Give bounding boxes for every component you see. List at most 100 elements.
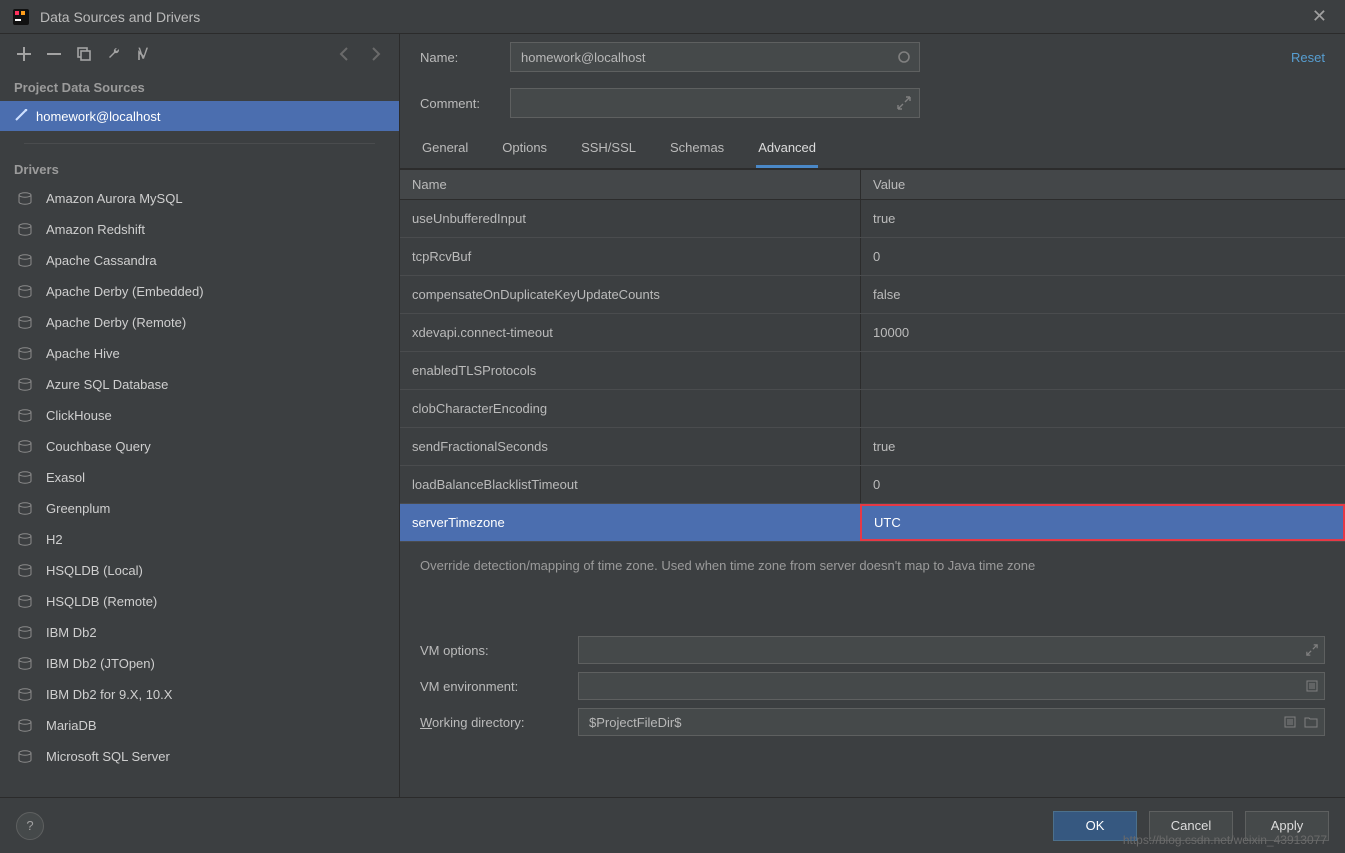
cell-value[interactable]: true [860,200,1345,237]
tab-schemas[interactable]: Schemas [668,132,726,168]
driver-item[interactable]: Apache Derby (Embedded) [0,276,399,307]
tab-general[interactable]: General [420,132,470,168]
tab-sshssl[interactable]: SSH/SSL [579,132,638,168]
tab-advanced[interactable]: Advanced [756,132,818,168]
driver-icon [16,252,34,270]
cell-value[interactable]: 10000 [860,314,1345,351]
driver-icon [16,655,34,673]
add-icon[interactable] [14,44,34,64]
driver-item[interactable]: Amazon Aurora MySQL [0,183,399,214]
drivers-header: Drivers [0,156,399,183]
workingdir-field[interactable]: $ProjectFileDir$ [578,708,1325,736]
vm-env-label: VM environment: [420,679,578,694]
driver-icon [16,686,34,704]
driver-icon [16,438,34,456]
driver-icon [16,500,34,518]
table-row[interactable]: xdevapi.connect-timeout10000 [400,314,1345,352]
help-button[interactable]: ? [16,812,44,840]
driver-item[interactable]: Apache Derby (Remote) [0,307,399,338]
driver-item[interactable]: HSQLDB (Local) [0,555,399,586]
driver-label: Microsoft SQL Server [46,749,170,764]
vm-env-field[interactable] [578,672,1325,700]
remove-icon[interactable] [44,44,64,64]
cell-name[interactable]: loadBalanceBlacklistTimeout [400,466,860,503]
driver-icon [16,314,34,332]
th-value[interactable]: Value [860,170,1345,199]
table-row[interactable]: compensateOnDuplicateKeyUpdateCountsfals… [400,276,1345,314]
cell-value[interactable] [860,352,1345,389]
comment-label: Comment: [420,96,510,111]
driver-label: HSQLDB (Remote) [46,594,157,609]
driver-item[interactable]: ClickHouse [0,400,399,431]
driver-item[interactable]: Apache Cassandra [0,245,399,276]
driver-item[interactable]: Apache Hive [0,338,399,369]
cell-name[interactable]: serverTimezone [400,504,860,541]
list-icon[interactable] [1284,716,1296,728]
driver-item[interactable]: Greenplum [0,493,399,524]
reset-link[interactable]: Reset [1291,50,1325,65]
driver-item[interactable]: Exasol [0,462,399,493]
cell-value[interactable]: UTC [860,504,1345,541]
th-name[interactable]: Name [400,170,860,199]
driver-label: HSQLDB (Local) [46,563,143,578]
drivers-list[interactable]: Amazon Aurora MySQLAmazon RedshiftApache… [0,183,399,797]
driver-item[interactable]: H2 [0,524,399,555]
driver-item[interactable]: Amazon Redshift [0,214,399,245]
cell-value[interactable]: 0 [860,238,1345,275]
driver-icon [16,190,34,208]
expand-icon[interactable] [897,96,911,110]
cell-name[interactable]: enabledTLSProtocols [400,352,860,389]
driver-item[interactable]: HSQLDB (Remote) [0,586,399,617]
comment-field[interactable] [510,88,920,118]
datasource-item[interactable]: homework@localhost [0,101,399,131]
apply-button[interactable]: Apply [1245,811,1329,841]
driver-icon [16,593,34,611]
sidebar: Project Data Sources homework@localhost … [0,34,400,797]
driver-icon [16,748,34,766]
cancel-button[interactable]: Cancel [1149,811,1233,841]
goto-icon[interactable] [134,44,154,64]
driver-item[interactable]: Microsoft SQL Server [0,741,399,772]
name-field[interactable]: homework@localhost [510,42,920,72]
driver-item[interactable]: IBM Db2 for 9.X, 10.X [0,679,399,710]
cell-name[interactable]: useUnbufferedInput [400,200,860,237]
folder-icon[interactable] [1304,716,1318,728]
property-description: Override detection/mapping of time zone.… [400,542,1345,622]
forward-icon[interactable] [365,44,385,64]
cell-name[interactable]: tcpRcvBuf [400,238,860,275]
driver-item[interactable]: IBM Db2 [0,617,399,648]
table-row[interactable]: loadBalanceBlacklistTimeout0 [400,466,1345,504]
cell-value[interactable]: false [860,276,1345,313]
table-row[interactable]: serverTimezoneUTC [400,504,1345,542]
table-row[interactable]: sendFractionalSecondstrue [400,428,1345,466]
cell-value[interactable]: true [860,428,1345,465]
ok-button[interactable]: OK [1053,811,1137,841]
driver-item[interactable]: Azure SQL Database [0,369,399,400]
table-row[interactable]: enabledTLSProtocols [400,352,1345,390]
cell-value[interactable]: 0 [860,466,1345,503]
cell-value[interactable] [860,390,1345,427]
list-icon[interactable] [1306,680,1318,692]
vm-options-field[interactable] [578,636,1325,664]
driver-item[interactable]: IBM Db2 (JTOpen) [0,648,399,679]
project-data-sources-header: Project Data Sources [0,74,399,101]
circle-icon[interactable] [897,50,911,64]
table-row[interactable]: clobCharacterEncoding [400,390,1345,428]
content-area: Name: homework@localhost Reset Comment: … [400,34,1345,797]
back-icon[interactable] [335,44,355,64]
cell-name[interactable]: clobCharacterEncoding [400,390,860,427]
wrench-icon[interactable] [104,44,124,64]
driver-item[interactable]: Couchbase Query [0,431,399,462]
driver-label: Apache Derby (Embedded) [46,284,204,299]
driver-label: Couchbase Query [46,439,151,454]
driver-item[interactable]: MariaDB [0,710,399,741]
close-button[interactable]: ✕ [1306,4,1333,29]
cell-name[interactable]: sendFractionalSeconds [400,428,860,465]
table-row[interactable]: tcpRcvBuf0 [400,238,1345,276]
expand-icon[interactable] [1306,644,1318,656]
table-row[interactable]: useUnbufferedInputtrue [400,200,1345,238]
tab-options[interactable]: Options [500,132,549,168]
cell-name[interactable]: compensateOnDuplicateKeyUpdateCounts [400,276,860,313]
copy-icon[interactable] [74,44,94,64]
cell-name[interactable]: xdevapi.connect-timeout [400,314,860,351]
